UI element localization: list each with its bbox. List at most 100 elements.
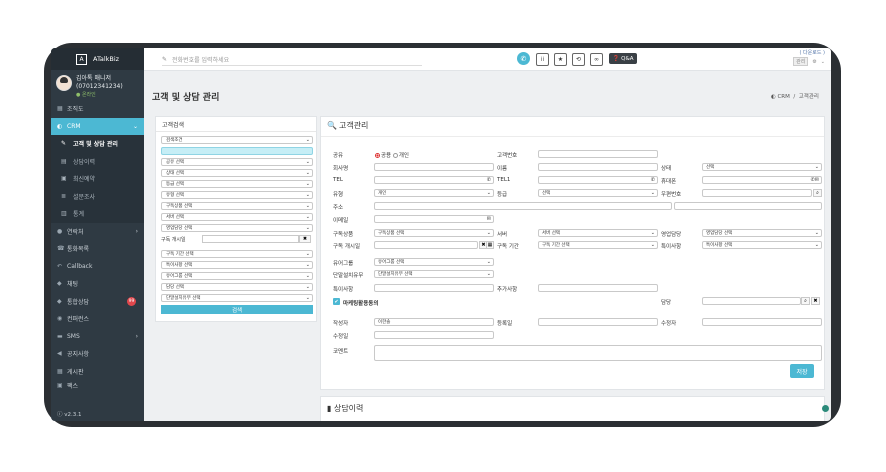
device-select[interactable]: 단말설치유무 선택 ⌄ (161, 294, 313, 302)
clear-date-button[interactable]: ✖ (299, 235, 311, 243)
sub-start-input[interactable] (374, 241, 478, 249)
sidebar-item-chat[interactable]: ◆ 채팅 (51, 275, 144, 293)
sidebar-item-sms[interactable]: ▬ SMS › (51, 328, 144, 346)
sub-period-select[interactable]: 구독 기간 선택 ⌄ (538, 241, 658, 249)
sidebar-sub-customer-manage[interactable]: ✎ 고객 및 상담 관리 (51, 135, 144, 153)
sms-icon: ▬ (57, 332, 63, 340)
owner-clear-button[interactable]: ✖ (811, 297, 820, 305)
address-detail-input[interactable] (674, 202, 822, 210)
mod-date-input[interactable] (374, 331, 494, 339)
select-value: 상태 선택 (166, 171, 184, 176)
chevron-down-icon: ⌄ (305, 159, 310, 165)
sidebar-item-conference[interactable]: ◉ 컨퍼런스 (51, 310, 144, 328)
server-select[interactable]: 서버 선택 ⌄ (538, 229, 658, 237)
grade-select[interactable]: 선택 ⌄ (538, 189, 658, 197)
email-input[interactable]: ✉ (374, 215, 494, 223)
share-radio-group[interactable]: 공용 개인 (375, 151, 409, 159)
chevron-down-icon[interactable]: ⌄ (821, 59, 825, 65)
radio-private[interactable] (392, 153, 398, 158)
voicemail-button[interactable]: ∞ (590, 53, 603, 66)
zip-input[interactable] (702, 189, 812, 197)
server-select[interactable]: 서버 선택 ⌄ (161, 213, 313, 221)
sidebar-item-calls[interactable]: ☎ 통화목록 (51, 240, 144, 258)
gear-icon[interactable]: ⚙ (812, 59, 816, 65)
group-select[interactable]: 유어그룹 선택 ⌄ (374, 258, 494, 266)
status-select[interactable]: 상태 선택 ⌄ (161, 169, 313, 177)
chevron-down-icon: ⌄ (305, 262, 310, 268)
phone-number-input[interactable]: ✎ 전화번호를 입력하세요 (162, 54, 422, 66)
owner-select[interactable]: 담당 선택 ⌄ (161, 283, 313, 291)
search-keyword-input[interactable] (161, 147, 313, 155)
writer-input[interactable]: 이한솔 (374, 318, 494, 326)
reg-date-input[interactable] (538, 318, 658, 326)
sidebar-sub-stats[interactable]: ▥ 통계 (51, 205, 144, 223)
sidebar-item-board[interactable]: ▦ 게시판 (51, 363, 144, 381)
mail-icon[interactable]: ✉ (487, 216, 491, 222)
sidebar-item-crm[interactable]: ◐ CRM ⌄ (51, 117, 144, 135)
special-select[interactable]: 특이사항 선택 ⌄ (161, 261, 313, 269)
modifier-input[interactable] (702, 318, 822, 326)
owner-search-button[interactable]: ⌕ (801, 297, 810, 305)
chevron-down-icon: ⌄ (650, 242, 655, 248)
download-link[interactable]: ( 다운로드 ) (800, 49, 825, 56)
address-input[interactable] (374, 202, 672, 210)
share-select[interactable]: 공유 선택 ⌄ (161, 158, 313, 166)
phone-icon[interactable]: ✆ (651, 177, 655, 183)
comment-textarea[interactable] (374, 345, 822, 361)
qa-button[interactable]: ❓ Q&A (609, 53, 637, 64)
phone-sms-icon[interactable]: ✆✉ (811, 177, 819, 183)
special-select[interactable]: 특이사항 선택 ⌄ (702, 241, 822, 249)
status-select[interactable]: 선택 ⌄ (702, 163, 822, 171)
close-icon: ✖ (302, 236, 308, 242)
tel1-input[interactable]: ✆ (538, 176, 658, 184)
sidebar-sub-reservation[interactable]: ▣ 최신예약 (51, 170, 144, 188)
group-select[interactable]: 유어그룹 선택 ⌄ (161, 272, 313, 280)
product-select[interactable]: 구독상품 선택 ⌄ (161, 202, 313, 210)
breadcrumb-root[interactable]: CRM (777, 94, 789, 100)
mobile-input[interactable]: ✆✉ (702, 176, 822, 184)
search-button[interactable]: 검색 (161, 305, 313, 314)
name-input[interactable] (538, 163, 658, 171)
calendar-button[interactable]: ▦ (486, 241, 494, 249)
chat-widget-icon[interactable] (822, 405, 829, 412)
radio-shared[interactable] (375, 153, 380, 158)
sidebar-item-notice[interactable]: ◀ 공지사항 (51, 345, 144, 363)
product-select[interactable]: 구독상품 선택 ⌄ (374, 229, 494, 237)
sidebar-item-consult[interactable]: ◆ 통합상담 99 (51, 293, 144, 311)
call-button[interactable]: ✆ (517, 52, 530, 65)
consent-checkbox[interactable]: ✔ (333, 298, 340, 305)
user-badge[interactable]: 관리 (793, 57, 809, 66)
customer-no-input[interactable] (538, 150, 658, 158)
fax-icon: ▣ (57, 381, 63, 389)
user-profile[interactable]: 김아톡 매니저 (07012341234) ● 온라인 (51, 70, 144, 100)
check-icon: ✔ (334, 298, 339, 305)
company-input[interactable] (374, 163, 494, 171)
type-select[interactable]: 유형 선택 ⌄ (161, 191, 313, 199)
extra-input[interactable] (538, 284, 658, 292)
note-input[interactable] (374, 284, 494, 292)
tel-input[interactable]: ✆ (374, 176, 494, 184)
type-select[interactable]: 개인 ⌄ (374, 189, 494, 197)
grade-select[interactable]: 등급 선택 ⌄ (161, 180, 313, 188)
favorite-button[interactable]: ★ (554, 53, 567, 66)
search-condition-select[interactable]: 검색조건 ⌄ (161, 136, 313, 144)
sub-start-date-input[interactable] (202, 235, 299, 243)
phone-icon[interactable]: ✆ (487, 177, 491, 183)
keypad-button[interactable]: ⁞⁞ (536, 53, 549, 66)
sidebar-sub-survey[interactable]: ≣ 설문조사 (51, 187, 144, 205)
sidebar-item-fax[interactable]: ▣ 팩스 (51, 380, 144, 390)
sidebar-sub-history[interactable]: ▤ 상담이력 (51, 152, 144, 170)
callback-icon: ↶ (57, 262, 63, 270)
sales-select[interactable]: 영업담당 선택 ⌄ (702, 229, 822, 237)
transfer-button[interactable]: ⟲ (572, 53, 585, 66)
device-select[interactable]: 단말설치유무 선택 ⌄ (374, 270, 494, 278)
owner-input[interactable] (702, 297, 801, 305)
zip-search-button[interactable]: ⌕ (813, 189, 822, 197)
sidebar-item-contacts[interactable]: ● 연락처 › (51, 223, 144, 241)
sub-period-select[interactable]: 구독 기간 선택 ⌄ (161, 250, 313, 258)
unread-badge: 99 (127, 296, 136, 306)
sidebar-item-callback[interactable]: ↶ Callback (51, 258, 144, 276)
save-button[interactable]: 저장 (790, 364, 814, 378)
sales-select[interactable]: 영업담당 선택 ⌄ (161, 224, 313, 232)
sidebar-item-org[interactable]: ▦ 조직도 (51, 100, 144, 118)
